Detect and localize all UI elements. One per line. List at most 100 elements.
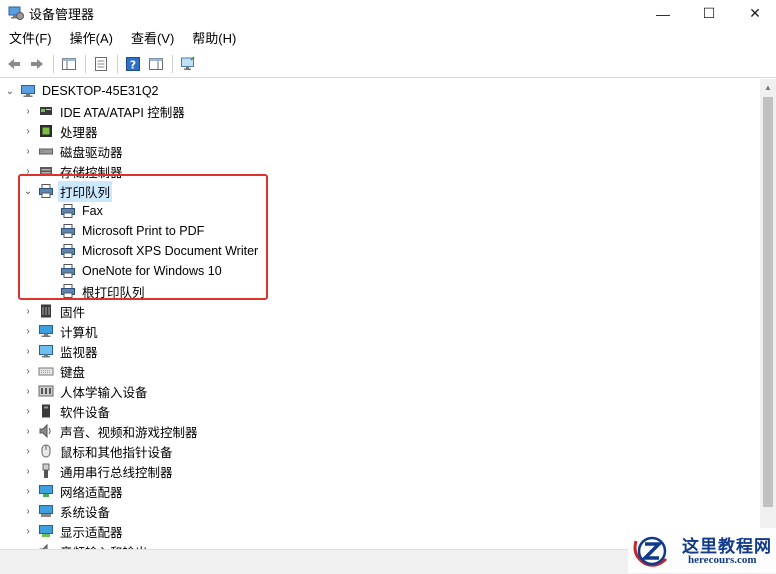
chevron-down-icon[interactable]: ⌄: [4, 81, 16, 101]
chevron-right-icon[interactable]: ›: [22, 361, 34, 381]
tree-item[interactable]: › 软件设备: [22, 401, 112, 421]
chevron-right-icon[interactable]: ›: [22, 121, 34, 141]
computer-icon: [39, 325, 53, 337]
scroll-thumb[interactable]: [763, 97, 773, 507]
display-adapter-icon: [39, 525, 53, 537]
window-title: 设备管理器: [29, 7, 95, 22]
tree-item[interactable]: › IDE ATA/ATAPI 控制器: [22, 101, 187, 121]
chevron-right-icon[interactable]: ›: [22, 541, 34, 550]
toolbar-separator: [85, 55, 86, 73]
chevron-right-icon[interactable]: ›: [22, 521, 34, 541]
tree-item[interactable]: › 固件: [22, 301, 87, 321]
ide-controller-icon: [40, 107, 52, 115]
chevron-right-icon[interactable]: ›: [22, 481, 34, 501]
tree-item[interactable]: › 键盘: [22, 361, 87, 381]
tree-item-label: 声音、视频和游戏控制器: [60, 425, 198, 440]
back-icon: [8, 59, 20, 69]
tree-item-label: 鼠标和其他指针设备: [60, 445, 173, 460]
tree-item-label: 磁盘驱动器: [60, 145, 123, 160]
toolbar-separator: [172, 55, 173, 73]
forward-icon: [31, 59, 43, 69]
show-hide-console-tree-button[interactable]: [58, 53, 80, 75]
device-tree[interactable]: ⌄ DESKTOP-45E31Q2 › IDE ATA/ATAPI 控制器 › …: [0, 79, 760, 549]
tree-item[interactable]: › 系统设备: [22, 501, 112, 521]
details-icon: [149, 58, 163, 70]
highlight-box: [18, 174, 268, 300]
audio-icon: [39, 423, 51, 439]
tree-root[interactable]: ⌄ DESKTOP-45E31Q2: [4, 81, 161, 101]
chevron-right-icon[interactable]: ›: [22, 501, 34, 521]
scan-hardware-button[interactable]: [177, 53, 199, 75]
chevron-right-icon[interactable]: ›: [22, 421, 34, 441]
software-device-icon: [42, 404, 50, 418]
keyboard-icon: [38, 367, 54, 376]
tree-item[interactable]: › 监视器: [22, 341, 100, 361]
tree-item[interactable]: › 音频输入和输出: [22, 541, 150, 549]
tree-item-label: 计算机: [60, 325, 98, 340]
watermark: 这里教程网 herecours.com: [628, 528, 776, 573]
tree-item-label: 通用串行总线控制器: [60, 465, 173, 480]
menu-bar: 文件(F) 操作(A) 查看(V) 帮助(H): [0, 27, 776, 51]
tree-item-label: 软件设备: [60, 405, 111, 420]
tree-item[interactable]: › 磁盘驱动器: [22, 141, 125, 161]
chevron-right-icon[interactable]: ›: [22, 401, 34, 421]
tree-item[interactable]: › 鼠标和其他指针设备: [22, 441, 175, 461]
update-driver-icon: [95, 57, 107, 71]
tree-item-label: 网络适配器: [60, 485, 123, 500]
tree-item[interactable]: › 声音、视频和游戏控制器: [22, 421, 200, 441]
tree-item-label: 人体学输入设备: [60, 385, 148, 400]
tree-item-label: IDE ATA/ATAPI 控制器: [60, 105, 185, 120]
chevron-right-icon[interactable]: ›: [22, 141, 34, 161]
monitor-icon: [39, 345, 53, 358]
help-button[interactable]: ?: [122, 53, 144, 75]
toolbar: ?: [0, 51, 776, 78]
chevron-right-icon[interactable]: ›: [22, 341, 34, 361]
tree-item[interactable]: › 网络适配器: [22, 481, 125, 501]
toolbar-separator: [53, 55, 54, 73]
watermark-logo-icon: [633, 536, 668, 567]
chevron-right-icon[interactable]: ›: [22, 381, 34, 401]
tree-item-label: 系统设备: [60, 505, 111, 520]
properties-list-icon: [62, 58, 76, 70]
action-pane-button[interactable]: [145, 53, 167, 75]
help-icon: ?: [126, 57, 140, 72]
system-device-icon: [39, 505, 53, 517]
tree-item[interactable]: › 计算机: [22, 321, 100, 341]
menu-action[interactable]: 操作(A): [61, 28, 122, 50]
tree-item-label: 音频输入和输出: [58, 541, 150, 550]
tree-root-label: DESKTOP-45E31Q2: [42, 84, 159, 98]
network-adapter-icon: [39, 485, 53, 497]
menu-file[interactable]: 文件(F): [0, 28, 61, 50]
properties-button[interactable]: [90, 53, 112, 75]
scroll-up-icon[interactable]: ▲: [760, 79, 776, 95]
tree-item-label: 监视器: [60, 345, 98, 360]
tree-item[interactable]: › 显示适配器: [22, 521, 125, 541]
chevron-right-icon[interactable]: ›: [22, 461, 34, 481]
forward-button[interactable]: [26, 53, 48, 75]
tree-item[interactable]: › 处理器: [22, 121, 100, 141]
vertical-scrollbar[interactable]: ▲ ▼: [760, 79, 776, 549]
chevron-right-icon[interactable]: ›: [22, 441, 34, 461]
back-button[interactable]: [3, 53, 25, 75]
tree-item[interactable]: › 人体学输入设备: [22, 381, 150, 401]
menu-view[interactable]: 查看(V): [122, 28, 183, 50]
disk-drive-icon: [39, 148, 53, 155]
tree-item[interactable]: › 通用串行总线控制器: [22, 461, 175, 481]
chevron-right-icon[interactable]: ›: [22, 101, 34, 121]
maximize-button[interactable]: ☐: [686, 0, 732, 27]
close-button[interactable]: ✕: [732, 0, 776, 27]
processor-icon: [40, 125, 52, 137]
minimize-button[interactable]: —: [640, 0, 686, 27]
usb-icon: [42, 463, 50, 478]
computer-icon: [21, 85, 35, 97]
title-bar: 设备管理器 — ☐ ✕: [0, 0, 776, 27]
tree-item-label: 显示适配器: [60, 525, 123, 540]
scan-monitor-icon: [181, 56, 195, 70]
tree-item-label: 固件: [60, 305, 86, 320]
chevron-right-icon[interactable]: ›: [22, 301, 34, 321]
tree-item-label: 键盘: [60, 365, 86, 380]
chevron-right-icon[interactable]: ›: [22, 321, 34, 341]
menu-help[interactable]: 帮助(H): [183, 28, 245, 50]
toolbar-separator: [117, 55, 118, 73]
device-manager-app-icon: [8, 6, 24, 20]
